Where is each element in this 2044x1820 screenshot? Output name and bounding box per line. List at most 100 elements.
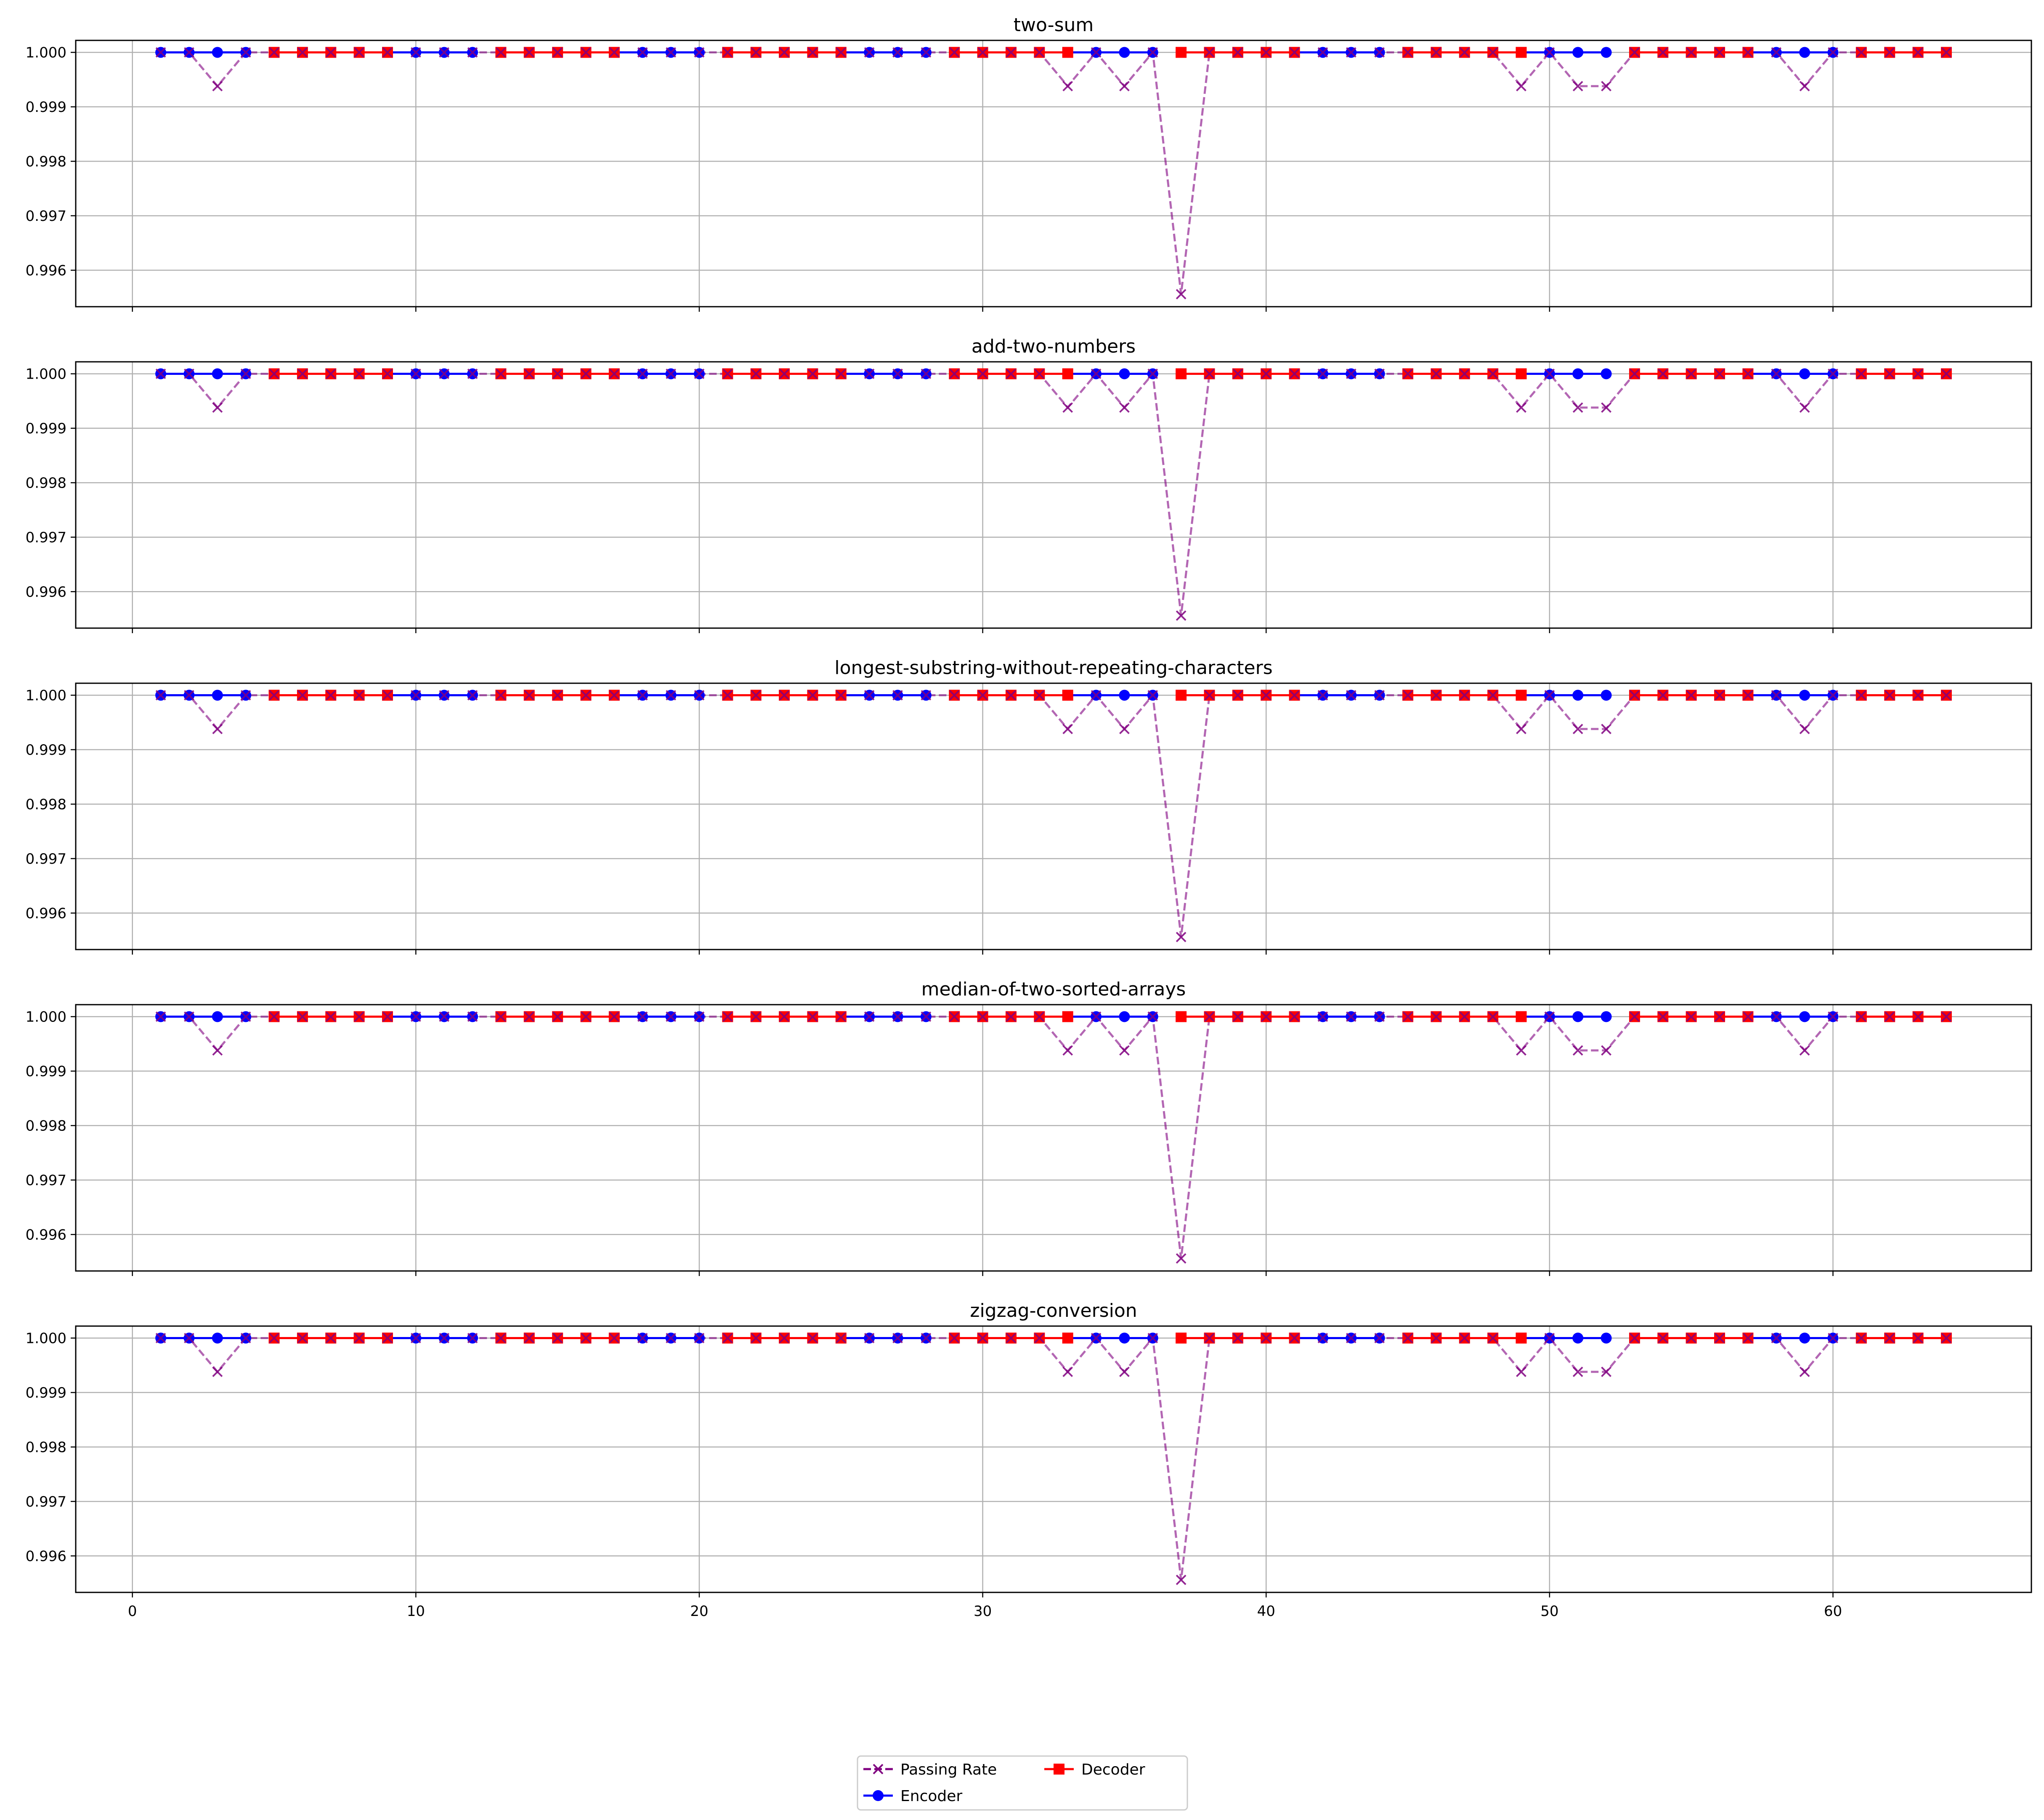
decoder-point <box>1062 690 1073 701</box>
y-tick-label: 1.000 <box>26 366 66 382</box>
encoder-point <box>1601 368 1612 379</box>
legend-encoder-label: Encoder <box>900 1788 962 1805</box>
encoder-point <box>1799 690 1810 701</box>
decoder-point <box>1176 1011 1187 1022</box>
decoder-point <box>1516 47 1527 58</box>
encoder-point <box>1572 1011 1584 1022</box>
grid <box>76 1005 2031 1271</box>
y-tick-label: 1.000 <box>26 44 66 61</box>
y-tick-label: 0.998 <box>26 796 66 813</box>
encoder-point <box>1799 1332 1810 1344</box>
encoder-point <box>1601 47 1612 58</box>
legend-decoder-label: Decoder <box>1081 1761 1145 1778</box>
passing-rate-point <box>1516 402 1526 413</box>
subplot-title: zigzag-conversion <box>970 1300 1137 1321</box>
encoder-point <box>1601 1011 1612 1022</box>
passing-rate-line <box>161 1335 1946 1580</box>
grid <box>76 362 2031 628</box>
grid <box>76 40 2031 307</box>
decoder-point <box>1176 690 1187 701</box>
legend-encoder-marker <box>873 1790 884 1801</box>
y-tick-label: 0.999 <box>26 420 66 437</box>
decoder-point <box>1062 1011 1073 1022</box>
encoder-point <box>1572 1332 1584 1344</box>
encoder-point <box>1119 368 1130 379</box>
encoder-point <box>1601 690 1612 701</box>
legend: Passing Rate Encoder Decoder <box>857 1755 1188 1811</box>
encoder-point <box>1119 1332 1130 1344</box>
y-tick-label: 0.996 <box>26 905 66 922</box>
passing-rate-point <box>1799 81 1810 92</box>
subplot-2: add-two-numbers 0.996 0.997 0.998 0.999 1.000 <box>26 336 2032 633</box>
passing-rate-point <box>1062 1366 1073 1377</box>
decoder-point <box>1516 368 1527 379</box>
passing-rate-point <box>1119 402 1130 413</box>
passing-rate-point <box>1062 1045 1073 1056</box>
y-tick-label: 0.996 <box>26 262 66 279</box>
y-tick-label: 0.999 <box>26 1385 66 1401</box>
y-tick-label: 0.996 <box>26 1548 66 1565</box>
encoder-point <box>1119 1011 1130 1022</box>
encoder-point <box>1601 1332 1612 1344</box>
passing-rate-line <box>161 692 1946 937</box>
decoder-point <box>1062 47 1073 58</box>
passing-rate-point <box>1119 1366 1130 1377</box>
passing-rate-line <box>161 371 1946 616</box>
subplot-5: zigzag-conversion 0.996 0.997 0.998 0.999 1.0… <box>26 1300 2032 1620</box>
passing-rate-point <box>212 81 223 92</box>
subplot-title: add-two-numbers <box>972 336 1136 357</box>
passing-rate-point <box>1516 1045 1526 1056</box>
y-tick-label: 0.997 <box>26 851 66 868</box>
encoder-point <box>1799 1011 1810 1022</box>
y-tick-label: 0.999 <box>26 99 66 116</box>
x-tick-label: 20 <box>690 1603 708 1620</box>
figure: two-sum 0.996 0.997 0.998 0.999 1.000 add-two-… <box>26 14 2032 1811</box>
legend-decoder-marker <box>1054 1764 1064 1775</box>
grid <box>76 1326 2031 1592</box>
encoder-point <box>212 1332 223 1344</box>
passing-rate-point <box>1799 1045 1810 1056</box>
y-tick-label: 0.997 <box>26 1494 66 1510</box>
decoder-point <box>1516 1332 1527 1344</box>
passing-rate-point <box>1062 81 1073 92</box>
passing-rate-point <box>212 402 223 413</box>
subplot-1: two-sum 0.996 0.997 0.998 0.999 1.000 <box>26 14 2032 312</box>
passing-rate-point <box>1799 402 1810 413</box>
subplot-4: median-of-two-sorted-arrays 0.996 0.997 0.9… <box>26 979 2032 1276</box>
passing-rate-point <box>1119 1045 1130 1056</box>
x-tick-label: 0 <box>128 1603 137 1620</box>
passing-rate-point <box>212 724 223 735</box>
y-tick-label: 0.997 <box>26 208 66 225</box>
passing-rate-point <box>1516 724 1526 735</box>
passing-rate-point <box>1516 1366 1526 1377</box>
passing-rate-point <box>1516 81 1526 92</box>
x-tick-label: 50 <box>1540 1603 1558 1620</box>
axes-frame <box>75 1004 2032 1272</box>
encoder-point <box>1799 47 1810 58</box>
subplot-grid: two-sum 0.996 0.997 0.998 0.999 1.000 add-two-… <box>26 14 2032 1620</box>
decoder-point <box>1516 1011 1527 1022</box>
y-tick-label: 0.999 <box>26 1063 66 1080</box>
passing-rate-point <box>1799 724 1810 735</box>
encoder-point <box>212 368 223 379</box>
passing-rate-point <box>212 1045 223 1056</box>
encoder-point <box>1119 47 1130 58</box>
subplot-3: longest-substring-without-repeating-char… <box>26 657 2032 955</box>
decoder-point <box>1062 1332 1073 1344</box>
legend-passing-rate-label: Passing Rate <box>900 1761 997 1778</box>
subplot-title: two-sum <box>1014 14 1094 36</box>
x-tick-label: 60 <box>1824 1603 1842 1620</box>
encoder-point <box>212 690 223 701</box>
passing-rate-point <box>212 1366 223 1377</box>
decoder-point <box>1516 690 1527 701</box>
y-tick-label: 0.997 <box>26 529 66 546</box>
decoder-point <box>1176 368 1187 379</box>
y-tick-label: 0.999 <box>26 742 66 759</box>
subplot-title: median-of-two-sorted-arrays <box>921 979 1186 1000</box>
encoder-point <box>1572 690 1584 701</box>
y-tick-label: 1.000 <box>26 687 66 704</box>
axes-frame <box>75 1325 2032 1593</box>
passing-rate-point <box>1119 724 1130 735</box>
y-tick-label: 1.000 <box>26 1330 66 1347</box>
axes-frame <box>75 361 2032 629</box>
